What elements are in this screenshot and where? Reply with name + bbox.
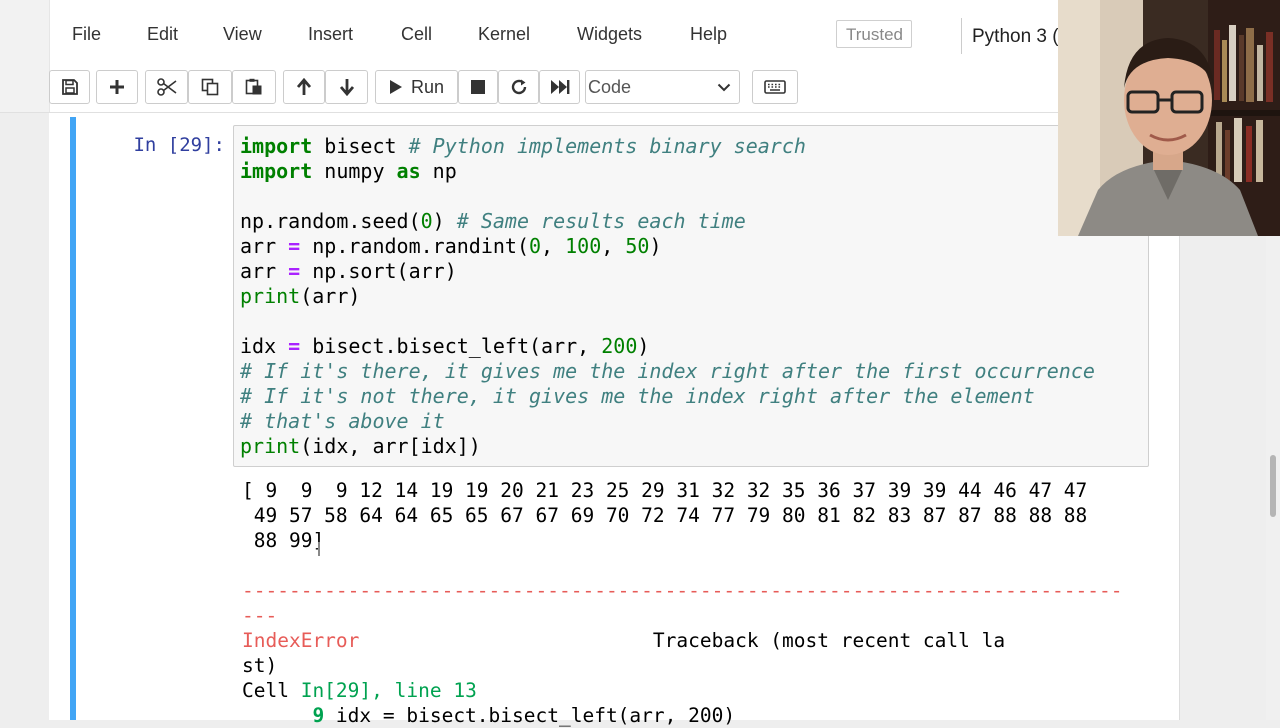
- arrow-up-icon: [296, 78, 312, 95]
- save-button[interactable]: [49, 70, 90, 104]
- traceback-cell-ref: In[29], line 13: [300, 679, 477, 702]
- code-line-7: print(arr): [240, 284, 361, 308]
- kernel-name[interactable]: Python 3 (: [972, 24, 1059, 50]
- code-line-5: arr = np.random.randint(0, 100, 50): [240, 234, 662, 258]
- move-down-button[interactable]: [325, 70, 368, 104]
- code-line-9: idx = bisect.bisect_left(arr, 200): [240, 334, 650, 358]
- move-up-button[interactable]: [283, 70, 325, 104]
- keyboard-icon: [764, 80, 786, 94]
- code-line-1: import bisect # Python implements binary…: [240, 134, 806, 158]
- plus-icon: [110, 80, 124, 94]
- restart-icon: [511, 79, 526, 95]
- presenter-video-image: [1058, 0, 1280, 236]
- code-line-6: arr = np.sort(arr): [240, 259, 457, 283]
- insert-cell-button[interactable]: [96, 70, 138, 104]
- traceback-label: Traceback (most recent call la: [359, 629, 1006, 652]
- fast-forward-icon: [550, 80, 569, 94]
- copy-button[interactable]: [188, 70, 232, 104]
- code-line-4: np.random.seed(0) # Same results each ti…: [240, 209, 746, 233]
- run-label: Run: [410, 76, 445, 97]
- traceback-line-number: 9: [242, 704, 336, 727]
- stop-icon: [471, 80, 485, 94]
- cell-type-value: Code: [588, 77, 632, 97]
- menu-kernel[interactable]: Kernel: [478, 22, 530, 46]
- code-line-11: # If it's not there, it gives me the ind…: [240, 384, 1035, 408]
- selected-cell-indicator: [70, 117, 76, 720]
- code-editor[interactable]: import bisect # Python implements binary…: [240, 134, 1095, 459]
- restart-run-all-button[interactable]: [539, 70, 580, 104]
- traceback-line-code: idx = bisect.bisect_left(arr, 200): [335, 704, 736, 727]
- text-cursor-icon: [318, 542, 320, 556]
- webcam-overlay: [1058, 0, 1280, 236]
- menu-edit[interactable]: Edit: [147, 22, 178, 46]
- cell-type-select[interactable]: Code: [585, 70, 740, 104]
- input-prompt: In [29]:: [133, 134, 225, 156]
- error-separator: ----------------------------------------…: [242, 579, 1123, 602]
- traceback-label-wrap: st): [242, 654, 278, 677]
- menu-cell[interactable]: Cell: [401, 22, 432, 46]
- trusted-badge[interactable]: Trusted: [836, 20, 912, 48]
- menu-view[interactable]: View: [223, 22, 262, 46]
- paste-icon: [245, 78, 262, 95]
- code-line-13: print(idx, arr[idx]): [240, 434, 481, 458]
- left-gutter: [0, 0, 50, 112]
- stdout-line: [ 9 9 9 12 14 19 19 20 21 23 25 29 31 32…: [242, 479, 1088, 502]
- stdout-line: 49 57 58 64 64 65 65 67 67 69 70 72 74 7…: [242, 504, 1088, 527]
- cut-button[interactable]: [145, 70, 188, 104]
- scissors-icon: [156, 78, 176, 96]
- run-button[interactable]: Run: [375, 70, 458, 104]
- cell-output: [ 9 9 9 12 14 19 19 20 21 23 25 29 31 32…: [242, 478, 1123, 728]
- interrupt-button[interactable]: [458, 70, 498, 104]
- traceback-cell-prefix: Cell: [242, 679, 301, 702]
- arrow-down-icon: [339, 79, 354, 96]
- scrollbar-thumb[interactable]: [1270, 455, 1276, 517]
- stdout-line: 88 99]: [242, 529, 325, 552]
- copy-icon: [201, 78, 219, 96]
- chevron-down-icon: [717, 83, 731, 92]
- menu-insert[interactable]: Insert: [308, 22, 353, 46]
- command-palette-button[interactable]: [752, 70, 798, 104]
- paste-button[interactable]: [232, 70, 276, 104]
- play-icon: [389, 80, 402, 94]
- menu-widgets[interactable]: Widgets: [577, 22, 642, 46]
- kernel-separator: [961, 18, 962, 54]
- menu-file[interactable]: File: [72, 22, 101, 46]
- error-separator-wrap: ---: [242, 604, 278, 627]
- error-name: IndexError: [242, 629, 360, 652]
- restart-kernel-button[interactable]: [498, 70, 539, 104]
- code-line-10: # If it's there, it gives me the index r…: [240, 359, 1095, 383]
- save-icon: [61, 79, 78, 95]
- code-line-12: # that's above it: [240, 409, 445, 433]
- code-line-2: import numpy as np: [240, 159, 457, 183]
- menu-help[interactable]: Help: [690, 22, 727, 46]
